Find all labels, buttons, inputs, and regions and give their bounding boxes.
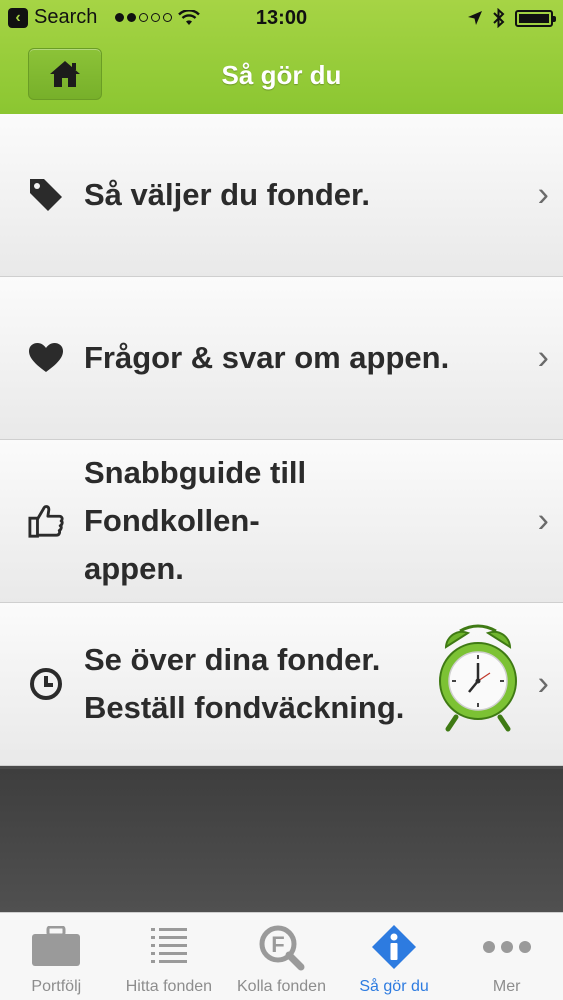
tag-icon — [28, 177, 64, 213]
menu-item-label: Se över dina fonder. Beställ fondväcknin… — [84, 636, 474, 732]
battery-icon — [515, 9, 556, 27]
menu-item-line: Beställ fondväckning. — [84, 690, 405, 725]
chevron-right-icon: › — [537, 338, 549, 377]
page-title: Så gör du — [221, 60, 342, 90]
menu-item-label: Snabbguide till Fondkollen- appen. — [84, 449, 474, 593]
menu-item-line: appen. — [84, 551, 184, 586]
menu-item-label: Så väljer du fonder. — [84, 171, 474, 219]
nav-bar: Så gör du — [0, 38, 563, 114]
tab-label: Så gör du — [359, 978, 429, 995]
menu-item-fund-wakeup[interactable]: Se över dina fonder. Beställ fondväcknin… — [0, 603, 563, 766]
briefcase-icon — [28, 923, 84, 971]
tab-bar: Portfölj Hitta fonden F Kolla fonden Så … — [0, 912, 563, 1000]
tab-label: Kolla fonden — [237, 978, 326, 995]
menu-item-line: Se över dina fonder. — [84, 642, 381, 677]
status-right — [467, 8, 556, 28]
list-icon — [141, 923, 197, 971]
heart-icon — [28, 340, 64, 376]
menu-item-line: Snabbguide till Fondkollen- — [84, 455, 307, 538]
chevron-right-icon: › — [537, 664, 549, 703]
menu-item-line: Så väljer du fonder. — [84, 177, 370, 212]
chevron-right-icon: › — [537, 501, 549, 540]
tab-label: Portfölj — [31, 978, 82, 995]
clock-icon — [28, 666, 64, 702]
tab-label: Mer — [492, 978, 521, 995]
menu-item-label: Frågor & svar om appen. — [84, 334, 474, 382]
chevron-right-icon: › — [537, 175, 549, 214]
alarm-clock-icon — [439, 624, 517, 732]
bluetooth-icon — [493, 8, 505, 28]
fund-search-icon: F — [253, 923, 309, 971]
more-icon — [479, 923, 535, 971]
tab-find-fund[interactable]: Hitta fonden — [113, 913, 226, 1000]
menu-item-choose-funds[interactable]: Så väljer du fonder. › — [0, 114, 563, 277]
tab-how-to[interactable]: Så gör du — [338, 913, 451, 1000]
thumbs-up-icon — [28, 503, 64, 539]
tab-more[interactable]: Mer — [450, 913, 563, 1000]
tab-label: Hitta fonden — [125, 978, 213, 995]
status-bar: ‹ Search 13:00 — [0, 0, 563, 38]
menu-list: Så väljer du fonder. › Frågor & svar om … — [0, 114, 563, 766]
menu-item-line: Frågor & svar om appen. — [84, 340, 450, 375]
menu-item-faq[interactable]: Frågor & svar om appen. › — [0, 277, 563, 440]
tab-check-fund[interactable]: F Kolla fonden — [225, 913, 338, 1000]
top-bar: ‹ Search 13:00 Så gör du — [0, 0, 563, 114]
empty-background-area — [0, 769, 563, 912]
location-arrow-icon — [468, 11, 482, 25]
tab-portfolio[interactable]: Portfölj — [0, 913, 113, 1000]
menu-item-quick-guide[interactable]: Snabbguide till Fondkollen- appen. › — [0, 440, 563, 603]
info-icon — [366, 923, 422, 971]
svg-text:F: F — [272, 932, 285, 957]
